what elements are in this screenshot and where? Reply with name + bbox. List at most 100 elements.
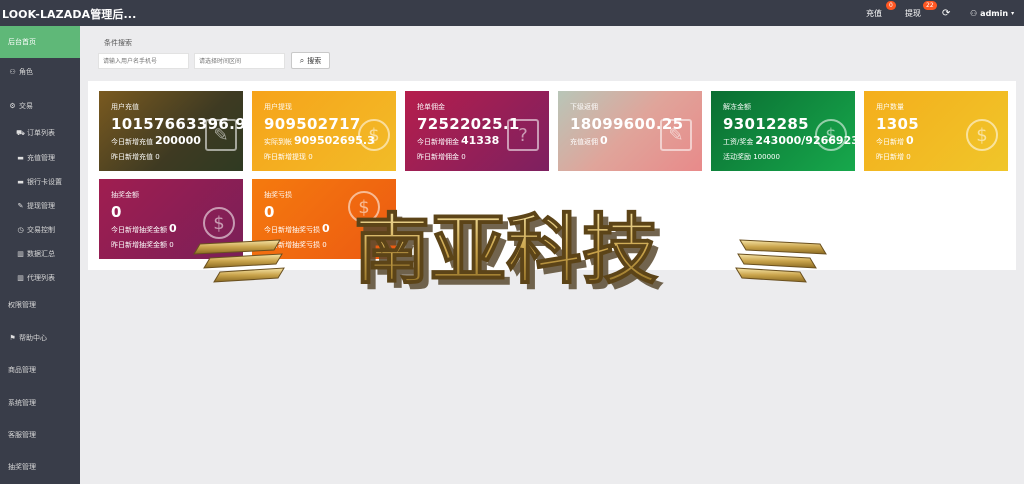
sidebar-item-label: 数据汇总 xyxy=(27,250,55,258)
recharge-label: 充值 xyxy=(866,8,882,18)
clock-icon: ◷ xyxy=(17,226,24,234)
stat-card-commission: 抢单佣金 72522025.1 今日新增佣金 41338 昨日新增佣金 0 ? xyxy=(405,91,549,171)
card-icon: ▬ xyxy=(17,154,24,162)
search-button-label: 搜索 xyxy=(307,56,322,65)
sidebar-item-permissions[interactable]: 权限管理 xyxy=(0,294,80,316)
card-line-1: 充值返佣 0 xyxy=(570,134,608,147)
sidebar-item-label: 充值管理 xyxy=(27,154,55,162)
search-icon: ⌕ xyxy=(299,55,305,65)
user-menu[interactable]: ⚇ admin ▾ xyxy=(970,0,1014,26)
wing-right-icon xyxy=(735,239,827,283)
card-line-1: 今日新增佣金 41338 xyxy=(417,134,500,147)
dollar-icon: $ xyxy=(966,119,998,151)
sidebar-item-label: 系统管理 xyxy=(8,399,36,407)
card-title: 用户充值 xyxy=(111,103,139,111)
sidebar-item-products[interactable]: 商品管理 xyxy=(0,359,80,381)
wing-left-icon xyxy=(193,239,285,283)
sidebar-item-label: 提现管理 xyxy=(27,202,55,210)
card-value: 72522025.1 xyxy=(417,115,520,133)
sidebar-item-label: 银行卡设置 xyxy=(27,178,62,186)
sidebar-item-label: 交易 xyxy=(19,102,33,110)
question-icon: ? xyxy=(507,119,539,151)
sidebar-item-data-summary[interactable]: ▥ 数据汇总 xyxy=(0,244,80,264)
sidebar-item-recharge[interactable]: ▬ 充值管理 xyxy=(0,148,80,168)
sidebar-item-trade[interactable]: ⚙ 交易 xyxy=(0,95,80,117)
top-bar: LOOK-LAZADA管理后... 充值 0 提现 22 ⟳ ⚇ admin ▾ xyxy=(0,0,1024,26)
chart-icon: ▥ xyxy=(17,274,24,282)
cart-icon: ⛟ xyxy=(16,128,25,137)
card-value: 0 xyxy=(111,203,122,221)
sidebar-item-bankcard[interactable]: ▬ 银行卡设置 xyxy=(0,172,80,192)
card-line-2: 昨日新增 0 xyxy=(876,153,911,161)
sidebar-item-label: 代理列表 xyxy=(27,274,55,282)
user-icon: ⚇ xyxy=(970,8,978,18)
card-title: 用户提现 xyxy=(264,103,292,111)
card-title: 抢单佣金 xyxy=(417,103,445,111)
withdraw-label: 提现 xyxy=(905,8,921,18)
stat-card-unfreeze: 解冻金额 93012285 工资/奖金 243000/9266923 活动奖励 1… xyxy=(711,91,855,171)
sidebar-item-label: 权限管理 xyxy=(8,301,36,309)
card-line-1: 今日新增充值 200000 xyxy=(111,134,201,147)
sidebar-item-role[interactable]: ⚇ 角色 xyxy=(0,61,80,83)
sidebar-item-trade-control[interactable]: ◷ 交易控制 xyxy=(0,220,80,240)
card-value: 1305 xyxy=(876,115,919,133)
withdraw-link[interactable]: 提现 22 xyxy=(905,0,937,26)
card-line-2: 昨日新增抽奖金额 0 xyxy=(111,241,174,249)
sidebar-item-label: 订单列表 xyxy=(27,129,55,137)
sidebar-item-label: 后台首页 xyxy=(8,38,36,46)
sidebar-item-withdraw[interactable]: ✎ 提现管理 xyxy=(0,196,80,216)
card-value: 93012285 xyxy=(723,115,809,133)
sidebar-item-label: 交易控制 xyxy=(27,226,55,234)
wrench-icon: ✎ xyxy=(17,202,24,210)
watermark-logo: 南亚科技 南亚科技 xyxy=(193,204,827,300)
stat-card-recharge: 用户充值 10157663396.99 今日新增充值 200000 昨日新增充值 … xyxy=(99,91,243,171)
card-value: 909502717 xyxy=(264,115,361,133)
chart-icon: ▥ xyxy=(17,250,24,258)
sidebar-item-help[interactable]: ⚑ 帮助中心 xyxy=(0,327,80,349)
account-search-input[interactable] xyxy=(98,53,189,69)
card-line-2: 昨日新增充值 0 xyxy=(111,153,160,161)
sidebar-item-orders[interactable]: ⛟ 订单列表 xyxy=(0,123,80,143)
watermark-text: 南亚科技 xyxy=(354,205,658,294)
flag-icon: ⚑ xyxy=(9,334,16,342)
sidebar-item-label: 抽奖管理 xyxy=(8,463,36,471)
app-title: LOOK-LAZADA管理后... xyxy=(2,8,137,21)
card-line-1: 今日新增 0 xyxy=(876,134,914,147)
stat-card-withdraw: 用户提现 909502717 实际到帐 909502695.3 昨日新增提现 0 … xyxy=(252,91,396,171)
sidebar-item-label: 帮助中心 xyxy=(19,334,47,342)
card-title: 用户数量 xyxy=(876,103,904,111)
sidebar-item-agents[interactable]: ▥ 代理列表 xyxy=(0,268,80,288)
stat-card-rebate: 下级返佣 18099600.25 充值返佣 0 ✎ xyxy=(558,91,702,171)
card-line-2: 昨日新增佣金 0 xyxy=(417,153,466,161)
card-line-2: 昨日新增提现 0 xyxy=(264,153,313,161)
refresh-icon[interactable]: ⟳ xyxy=(942,0,950,26)
card-title: 抽奖金额 xyxy=(111,191,139,199)
card-line-1: 今日新增抽奖金额 0 xyxy=(111,222,177,235)
user-icon: ⚇ xyxy=(9,68,16,76)
sidebar-item-label: 商品管理 xyxy=(8,366,36,374)
card-line-2: 活动奖励 100000 xyxy=(723,153,780,161)
stat-card-users: 用户数量 1305 今日新增 0 昨日新增 0 $ xyxy=(864,91,1008,171)
sidebar-item-label: 角色 xyxy=(19,68,33,76)
user-name: admin xyxy=(980,8,1009,18)
card-title: 下级返佣 xyxy=(570,103,598,111)
filter-title: 条件搜索 xyxy=(104,39,132,47)
sidebar: 后台首页 ⚇ 角色 ⚙ 交易 ⛟ 订单列表 ▬ 充值管理 ▬ 银行卡设置 ✎ 提… xyxy=(0,26,80,484)
recharge-link[interactable]: 充值 0 xyxy=(866,0,896,26)
dollar-icon: $ xyxy=(358,119,390,151)
card-icon: ▬ xyxy=(17,178,24,186)
card-title: 解冻金额 xyxy=(723,103,751,111)
search-button[interactable]: ⌕ 搜索 xyxy=(291,52,330,69)
dollar-icon: $ xyxy=(815,119,847,151)
sidebar-item-system[interactable]: 系统管理 xyxy=(0,392,80,414)
withdraw-badge: 22 xyxy=(923,1,937,10)
sidebar-item-service[interactable]: 客服管理 xyxy=(0,424,80,446)
date-range-input[interactable] xyxy=(194,53,285,69)
edit-icon: ✎ xyxy=(205,119,237,151)
sidebar-item-home[interactable]: 后台首页 xyxy=(0,26,80,58)
sidebar-item-label: 客服管理 xyxy=(8,431,36,439)
sidebar-item-lottery[interactable]: 抽奖管理 xyxy=(0,456,80,478)
edit-icon: ✎ xyxy=(660,119,692,151)
gear-icon: ⚙ xyxy=(9,102,16,110)
recharge-badge: 0 xyxy=(886,1,896,10)
